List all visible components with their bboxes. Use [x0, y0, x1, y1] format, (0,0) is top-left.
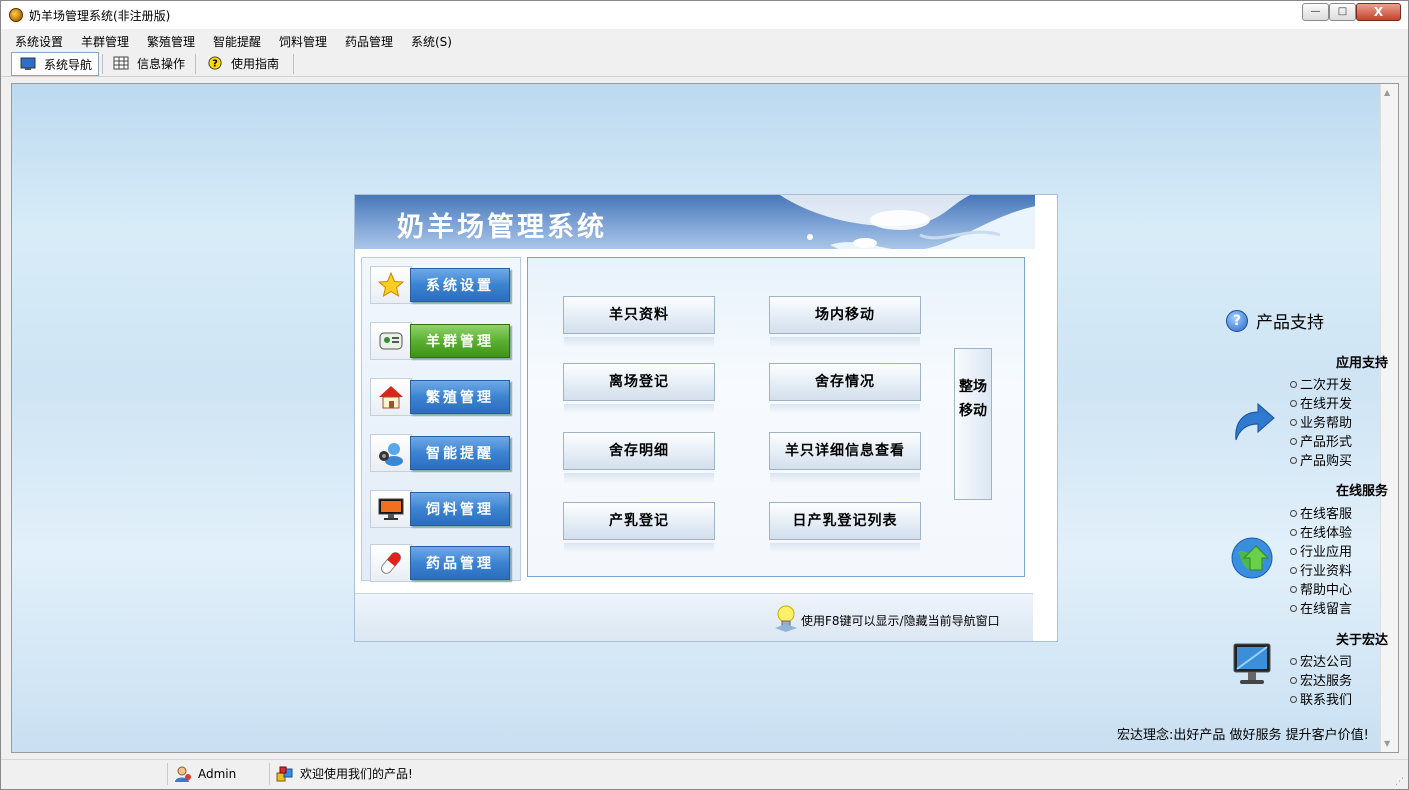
star-icon [377, 271, 405, 298]
sheep-records-button[interactable]: 羊只资料 [563, 296, 715, 347]
menu-medicine[interactable]: 药品管理 [345, 33, 393, 50]
panel-footer: 使用F8键可以显示/隐藏当前导航窗口 [355, 593, 1033, 641]
status-user-name: Admin [198, 767, 237, 781]
contact-card-icon [379, 332, 403, 350]
f8-hint: 使用F8键可以显示/隐藏当前导航窗口 [801, 614, 1000, 628]
menu-bar: 系统设置 羊群管理 繁殖管理 智能提醒 饲料管理 药品管理 系统(S) [1, 30, 1408, 50]
link-product-purchase[interactable]: 产品购买 [1290, 452, 1352, 471]
support-title: 产品支持 [1256, 313, 1324, 333]
nav-label: 系统设置 [410, 268, 510, 302]
link-business-help[interactable]: 业务帮助 [1290, 414, 1352, 433]
nav-system-settings[interactable]: 系统设置 [370, 266, 512, 304]
section-title-app-support: 应用支持 [1335, 356, 1388, 371]
tool-nav-button[interactable]: 系统导航 [11, 52, 99, 76]
blue-arrow-icon [1235, 402, 1275, 441]
sheep-detail-view-button[interactable]: 羊只详细信息查看 [769, 432, 921, 483]
nav-label: 饲料管理 [410, 492, 510, 526]
menu-feed[interactable]: 饲料管理 [279, 33, 327, 50]
nav-label: 智能提醒 [410, 436, 510, 470]
pen-stock-button[interactable]: 舍存情况 [769, 363, 921, 414]
menu-reminder[interactable]: 智能提醒 [213, 33, 261, 50]
monitor-small-icon [20, 57, 36, 70]
close-button[interactable]: X [1356, 3, 1401, 21]
resize-grip-icon[interactable]: ⋰ [1395, 777, 1404, 787]
company-motto: 宏达理念:出好产品 做好服务 提升客户价值! [1117, 728, 1369, 743]
tool-info-label: 信息操作 [137, 57, 186, 71]
house-icon [379, 386, 403, 409]
section-title-online-service: 在线服务 [1335, 484, 1388, 499]
panel-title: 奶羊场管理系统 [397, 212, 607, 243]
link-industry-apps[interactable]: 行业应用 [1290, 543, 1352, 562]
tool-nav-label: 系统导航 [44, 58, 93, 72]
panel-header: 奶羊场管理系统 [355, 195, 1035, 249]
boxes-icon [276, 766, 293, 782]
svg-text:?: ? [212, 59, 218, 70]
nav-label: 繁殖管理 [410, 380, 510, 414]
toolbar: 系统导航 信息操作 ? 使用指南 [1, 50, 1408, 77]
status-message: 欢迎使用我们的产品! [269, 763, 669, 785]
pen-detail-button[interactable]: 舍存明细 [563, 432, 715, 483]
link-help-center[interactable]: 帮助中心 [1290, 581, 1352, 600]
window-title: 奶羊场管理系统(非注册版) [29, 9, 171, 23]
help-icon: ? [208, 56, 222, 70]
status-bar: Admin 欢迎使用我们的产品! ⋰ [1, 759, 1408, 789]
milk-register-button[interactable]: 产乳登记 [563, 502, 715, 553]
internal-move-button[interactable]: 场内移动 [769, 296, 921, 347]
toolbar-separator [102, 54, 103, 74]
link-product-form[interactable]: 产品形式 [1290, 433, 1352, 452]
link-online-message[interactable]: 在线留言 [1290, 600, 1352, 619]
daily-milk-list-button[interactable]: 日产乳登记列表 [769, 502, 921, 553]
nav-label: 羊群管理 [410, 324, 510, 358]
menu-system[interactable]: 系统(S) [411, 33, 452, 50]
tool-guide-label: 使用指南 [231, 57, 280, 71]
nav-reminder[interactable]: 智能提醒 [370, 434, 512, 472]
status-user: Admin [167, 763, 267, 785]
link-contact-us[interactable]: 联系我们 [1290, 691, 1352, 710]
user-icon [175, 766, 191, 782]
toolbar-separator [293, 54, 294, 74]
speaker-person-icon [379, 443, 403, 466]
function-area: 羊只资料 场内移动 离场登记 舍存情况 舍存明细 羊只详细信息查看 产乳登记 日… [527, 257, 1025, 577]
minimize-button[interactable]: — [1302, 3, 1329, 21]
link-online-trial[interactable]: 在线体验 [1290, 524, 1352, 543]
app-window: 奶羊场管理系统(非注册版) — □ X 系统设置 羊群管理 繁殖管理 智能提醒 … [0, 0, 1409, 790]
nav-medicine[interactable]: 药品管理 [370, 544, 512, 582]
link-online-support[interactable]: 在线客服 [1290, 505, 1352, 524]
question-circle-icon: ? [1226, 310, 1248, 332]
tool-info-button[interactable]: 信息操作 [105, 52, 191, 76]
nav-breeding[interactable]: 繁殖管理 [370, 378, 512, 416]
section-title-about: 关于宏达 [1335, 633, 1388, 648]
nav-feed[interactable]: 饲料管理 [370, 490, 512, 528]
menu-flock[interactable]: 羊群管理 [81, 33, 129, 50]
whole-farm-move-button[interactable]: 整场移动 [954, 348, 992, 500]
maximize-button[interactable]: □ [1329, 3, 1356, 21]
menu-breeding[interactable]: 繁殖管理 [147, 33, 195, 50]
globe-icon [1231, 537, 1273, 579]
navigation-panel: 奶羊场管理系统 系统设置 羊群管理 繁殖管理 智能提醒 饲料管理 药品管理 羊只… [354, 194, 1058, 642]
nav-flock[interactable]: 羊群管理 [370, 322, 512, 360]
toolbar-separator [195, 54, 196, 74]
scroll-up-icon[interactable]: ▲ [1384, 88, 1390, 97]
lightbulb-icon [775, 605, 797, 632]
title-bar: 奶羊场管理系统(非注册版) — □ X [1, 1, 1408, 29]
link-secondary-dev[interactable]: 二次开发 [1290, 376, 1352, 395]
menu-system-settings[interactable]: 系统设置 [15, 33, 63, 50]
app-logo-icon [9, 8, 23, 22]
link-hongda-company[interactable]: 宏达公司 [1290, 653, 1352, 672]
link-industry-docs[interactable]: 行业资料 [1290, 562, 1352, 581]
status-message-text: 欢迎使用我们的产品! [300, 767, 413, 781]
display-icon [378, 498, 404, 520]
tool-guide-button[interactable]: ? 使用指南 [199, 52, 291, 76]
link-online-dev[interactable]: 在线开发 [1290, 395, 1352, 414]
link-hongda-service[interactable]: 宏达服务 [1290, 672, 1352, 691]
grid-icon [113, 56, 129, 70]
product-support: ? 产品支持 应用支持 二次开发 在线开发 业务帮助 产品形式 产品购买 在线服… [1222, 306, 1390, 746]
nav-label: 药品管理 [410, 546, 510, 580]
departure-register-button[interactable]: 离场登记 [563, 363, 715, 414]
pill-icon [381, 552, 401, 574]
module-nav: 系统设置 羊群管理 繁殖管理 智能提醒 饲料管理 药品管理 [361, 257, 521, 582]
workspace: ▲ ▼ 奶羊场管理系统 系统设置 羊群管理 繁殖管理 智能提醒 饲料管理 药品管… [11, 83, 1399, 753]
milk-splash-image [780, 195, 1035, 249]
monitor-icon [1233, 643, 1271, 684]
